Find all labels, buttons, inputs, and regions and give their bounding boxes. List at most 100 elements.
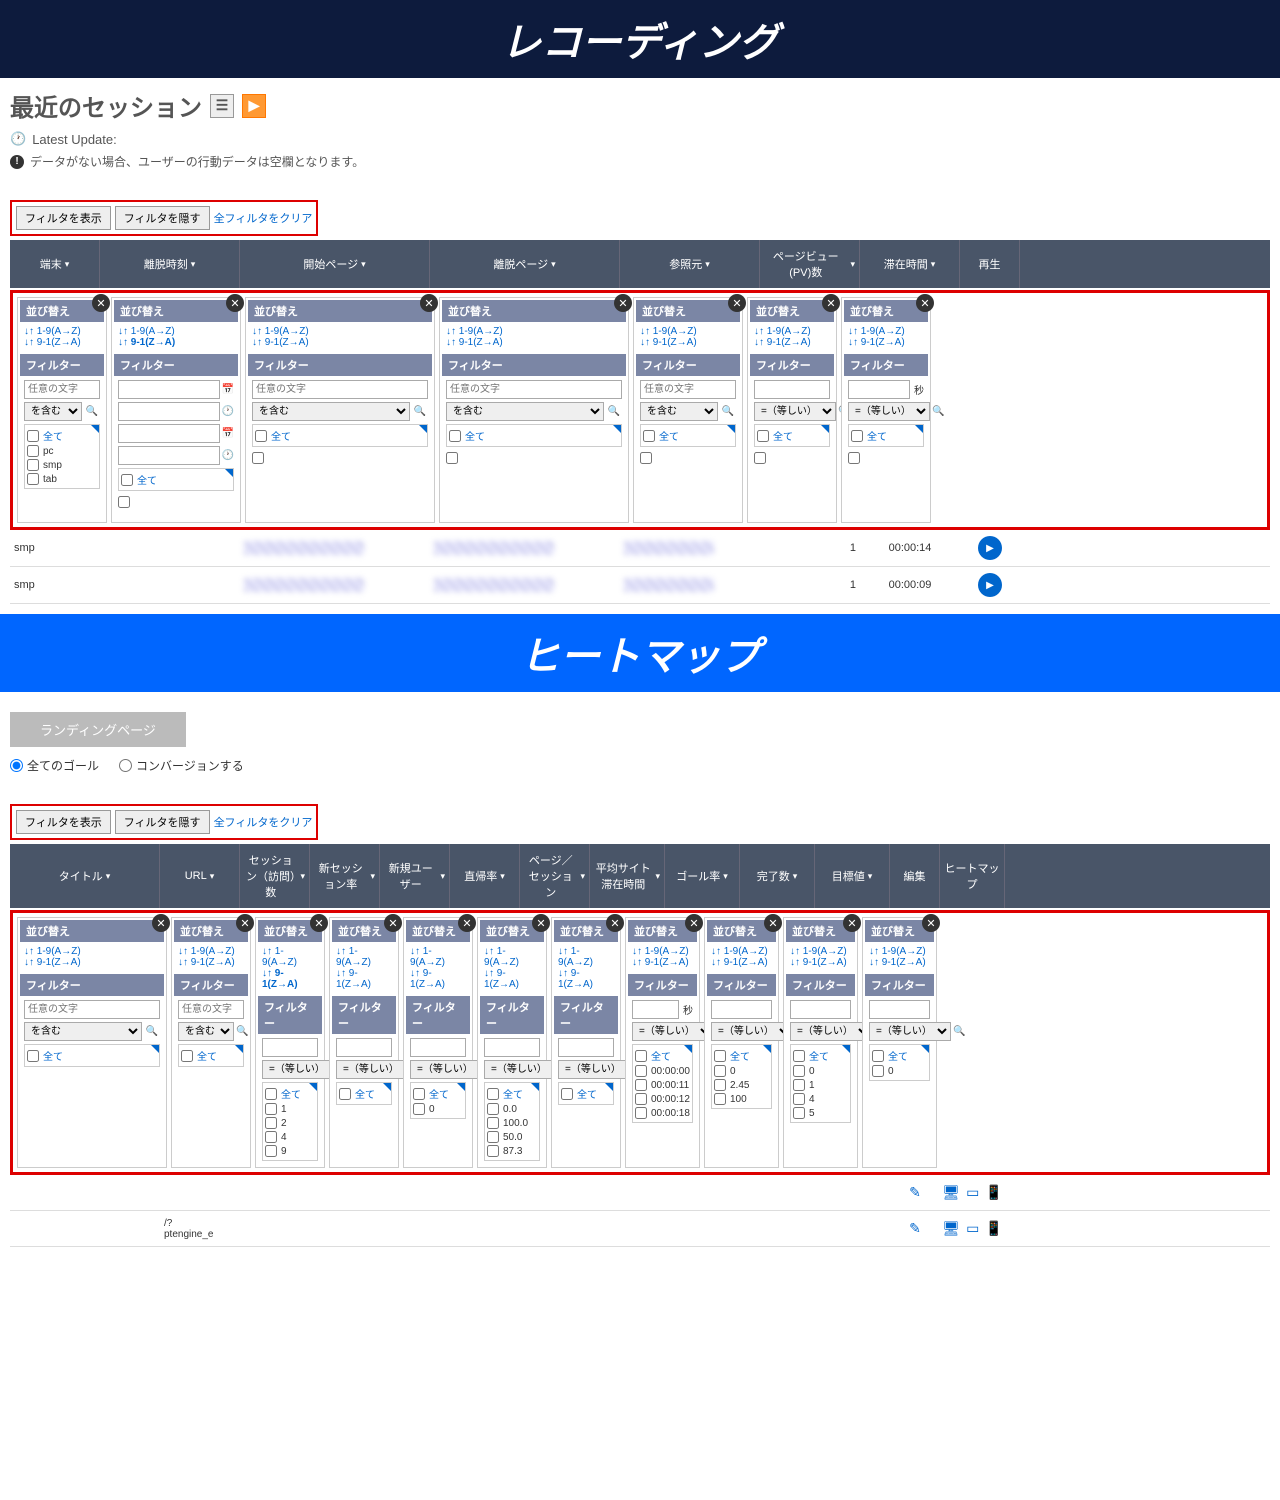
filter-checkbox[interactable]: [793, 1050, 805, 1062]
filter-checkbox[interactable]: [27, 430, 39, 442]
mobile-icon[interactable]: 📱: [985, 1184, 1002, 1201]
list-view-icon[interactable]: ☰: [210, 94, 234, 118]
close-icon[interactable]: ✕: [685, 914, 703, 932]
column-header[interactable]: 滞在時間: [860, 240, 960, 288]
column-header[interactable]: 平均サイト滞在時間: [590, 844, 665, 908]
sort-asc[interactable]: ↓↑ 1-9(A→Z): [24, 946, 160, 957]
edit-icon[interactable]: ✎: [909, 1184, 921, 1200]
close-icon[interactable]: ✕: [384, 914, 402, 932]
filter-number-input[interactable]: [632, 1000, 679, 1019]
filter-checkbox[interactable]: [872, 1065, 884, 1077]
close-icon[interactable]: ✕: [822, 294, 840, 312]
filter-number-input[interactable]: [754, 380, 830, 399]
filter-checkbox[interactable]: [181, 1050, 193, 1062]
sort-asc[interactable]: ↓↑ 1-9(A→Z): [632, 946, 693, 957]
filter-checkbox[interactable]: [793, 1093, 805, 1105]
clear-filters-link[interactable]: 全フィルタをクリア: [214, 210, 313, 226]
sort-asc[interactable]: ↓↑ 1-9(A→Z): [711, 946, 772, 957]
filter-checkbox[interactable]: [714, 1065, 726, 1077]
filter-number-input[interactable]: [848, 380, 910, 399]
filter-operator-select[interactable]: =（等しい）: [632, 1022, 714, 1041]
filter-checkbox[interactable]: [793, 1065, 805, 1077]
filter-checkbox[interactable]: [635, 1065, 647, 1077]
landing-page-button[interactable]: ランディングページ: [10, 712, 186, 747]
column-header[interactable]: 新セッション率: [310, 844, 380, 908]
filter-text-input[interactable]: [178, 1000, 244, 1019]
close-icon[interactable]: ✕: [916, 294, 934, 312]
filter-checkbox[interactable]: [255, 430, 267, 442]
filter-checkbox[interactable]: [265, 1145, 277, 1157]
date-input[interactable]: [118, 380, 220, 399]
close-icon[interactable]: ✕: [236, 914, 254, 932]
sort-asc[interactable]: ↓↑ 1-9(A→Z): [446, 326, 622, 337]
filter-checkbox[interactable]: [872, 1050, 884, 1062]
sort-desc[interactable]: ↓↑ 9-1(Z→A): [754, 337, 830, 348]
sort-desc[interactable]: ↓↑ 9-1(Z→A): [711, 957, 772, 968]
filter-text-input[interactable]: [252, 380, 428, 399]
filter-checkbox[interactable]: [487, 1103, 499, 1115]
clear-filters-link[interactable]: 全フィルタをクリア: [214, 814, 313, 830]
filter-text-input[interactable]: [24, 1000, 160, 1019]
filter-number-input[interactable]: [711, 1000, 772, 1019]
sort-asc[interactable]: ↓↑ 1-9(A→Z): [640, 326, 736, 337]
sort-asc[interactable]: ↓↑ 1-9(A→Z): [178, 946, 244, 957]
search-icon[interactable]: [84, 404, 100, 420]
calendar-icon[interactable]: 📅: [222, 428, 234, 439]
filter-checkbox[interactable]: [487, 1117, 499, 1129]
close-icon[interactable]: ✕: [532, 914, 550, 932]
filter-checkbox[interactable]: [757, 430, 769, 442]
sort-asc[interactable]: ↓↑ 1-9(A→Z): [252, 326, 428, 337]
sort-desc[interactable]: ↓↑ 9-1(Z→A): [790, 957, 851, 968]
column-header[interactable]: ページビュー(PV)数: [760, 240, 860, 288]
filter-number-input[interactable]: [869, 1000, 930, 1019]
filter-checkbox[interactable]: [487, 1145, 499, 1157]
column-header[interactable]: 開始ページ: [240, 240, 430, 288]
sort-desc[interactable]: ↓↑ 9-1(Z→A): [24, 957, 160, 968]
column-header[interactable]: 端末: [10, 240, 100, 288]
filter-checkbox[interactable]: [635, 1050, 647, 1062]
filter-checkbox[interactable]: [27, 1050, 39, 1062]
search-icon[interactable]: [606, 404, 622, 420]
filter-checkbox[interactable]: [793, 1107, 805, 1119]
close-icon[interactable]: ✕: [458, 914, 476, 932]
sort-asc[interactable]: ↓↑ 1-9(A→Z): [790, 946, 851, 957]
filter-checkbox[interactable]: [487, 1131, 499, 1143]
filter-checkbox[interactable]: [449, 430, 461, 442]
filter-checkbox[interactable]: [27, 473, 39, 485]
close-icon[interactable]: ✕: [614, 294, 632, 312]
radio-all-goals-input[interactable]: [10, 759, 23, 772]
filter-number-input[interactable]: [790, 1000, 851, 1019]
column-header[interactable]: 離脱ページ: [430, 240, 620, 288]
filter-operator-select[interactable]: を含む: [24, 1022, 142, 1041]
desktop-icon[interactable]: 🖥: [942, 1184, 960, 1201]
filter-number-input[interactable]: [410, 1038, 466, 1057]
search-icon[interactable]: [953, 1024, 965, 1040]
column-header[interactable]: 参照元: [620, 240, 760, 288]
filter-operator-select[interactable]: =（等しい）: [790, 1022, 872, 1041]
column-header[interactable]: ヒートマップ: [940, 844, 1005, 908]
sort-asc[interactable]: ↓↑ 1-9(A→Z): [262, 946, 318, 968]
sort-asc[interactable]: ↓↑ 1-9(A→Z): [484, 946, 540, 968]
filter-checkbox[interactable]: [413, 1103, 425, 1115]
sort-asc[interactable]: ↓↑ 1-9(A→Z): [24, 326, 100, 337]
filter-checkbox[interactable]: [640, 452, 652, 464]
filter-operator-select[interactable]: =（等しい）: [848, 402, 930, 421]
sort-desc[interactable]: ↓↑ 9-1(Z→A): [262, 968, 318, 990]
filter-operator-select[interactable]: =（等しい）: [711, 1022, 793, 1041]
filter-operator-select[interactable]: を含む: [24, 402, 82, 421]
close-icon[interactable]: ✕: [922, 914, 940, 932]
filter-checkbox[interactable]: [413, 1088, 425, 1100]
filter-text-input[interactable]: [24, 380, 100, 399]
close-icon[interactable]: ✕: [152, 914, 170, 932]
filter-checkbox[interactable]: [265, 1117, 277, 1129]
close-icon[interactable]: ✕: [226, 294, 244, 312]
hide-filter-button[interactable]: フィルタを隠す: [115, 206, 210, 230]
close-icon[interactable]: ✕: [310, 914, 328, 932]
filter-checkbox[interactable]: [635, 1093, 647, 1105]
video-view-icon[interactable]: ▶: [242, 94, 266, 118]
close-icon[interactable]: ✕: [728, 294, 746, 312]
sort-desc[interactable]: ↓↑ 9-1(Z→A): [252, 337, 428, 348]
sort-desc[interactable]: ↓↑ 9-1(Z→A): [24, 337, 100, 348]
close-icon[interactable]: ✕: [606, 914, 624, 932]
sort-desc[interactable]: ↓↑ 9-1(Z→A): [336, 968, 392, 990]
